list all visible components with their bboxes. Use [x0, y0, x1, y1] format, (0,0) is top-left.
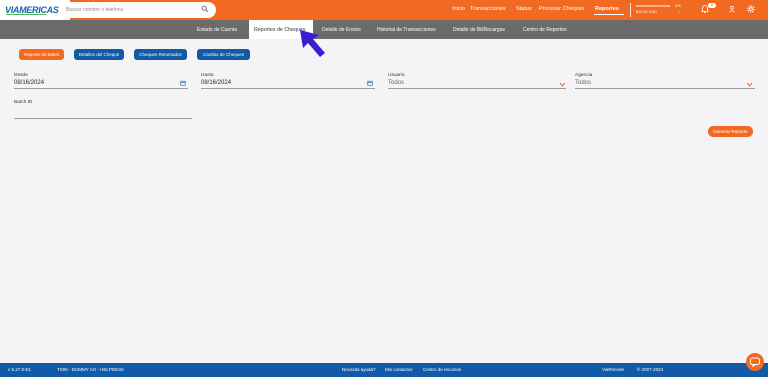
detalles-del-cheque-button[interactable]: Detalles del Cheque	[74, 49, 124, 60]
agencia-underline	[575, 88, 755, 89]
hasta-date-input[interactable]: 08/16/2024	[201, 80, 231, 86]
batch-id-label: Batch ID	[14, 100, 33, 105]
nav-transacciones[interactable]: Transacciones	[470, 6, 506, 12]
generar-reporte-button[interactable]: Generar Reporte	[708, 126, 753, 137]
cambio-de-cheques-button[interactable]: Cambio de Cheques	[197, 49, 250, 60]
tab-reportes-de-cheques-label: Reportes de Cheques	[254, 27, 306, 33]
desde-underline	[14, 88, 188, 89]
footer-store: TS05 - DUMMY AG - HELPDESK	[57, 367, 125, 372]
balance-percent: 0%	[675, 3, 681, 8]
batch-id-underline	[14, 118, 192, 119]
hasta-underline	[201, 88, 375, 89]
gear-icon[interactable]	[746, 4, 756, 14]
nav-procesar-cheques[interactable]: Procesar Cheques	[539, 6, 585, 12]
tab-centro-de-reportes[interactable]: Centro de Reportes	[523, 27, 567, 33]
footer-link-contacts[interactable]: Mis contactos	[385, 367, 413, 372]
agencia-select[interactable]: Todos	[575, 80, 591, 86]
balance-amount[interactable]: $10.00 USD	[636, 10, 657, 14]
calendar-icon[interactable]	[367, 80, 373, 86]
cursor-arrow-icon	[300, 30, 325, 57]
nav-active-underline	[594, 14, 624, 15]
usuario-select[interactable]: Todos	[388, 80, 404, 86]
chat-button[interactable]	[746, 353, 764, 371]
search-input[interactable]	[66, 4, 196, 15]
nav-status[interactable]: Status	[516, 6, 532, 12]
hasta-label: Hasta	[201, 73, 214, 78]
header-divider	[630, 3, 631, 17]
notification-badge: 0	[708, 3, 716, 8]
tab-detalle-de-billrecargas[interactable]: Detalle de BillRecargas	[453, 27, 505, 33]
cheques-retornados-button[interactable]: Cheques Retornados	[134, 49, 187, 60]
usuario-label: Usuario	[388, 73, 405, 78]
desde-date-input[interactable]: 08/16/2024	[14, 80, 44, 86]
reporte-de-batch-button[interactable]: Reporte de Batch	[19, 49, 64, 60]
usuario-underline	[388, 88, 566, 89]
footer-version: v 5.27.0-E1	[8, 367, 32, 372]
nav-inicio[interactable]: Inicio	[452, 6, 465, 12]
chevron-down-icon[interactable]: ⌄	[678, 9, 681, 14]
footer-copyright: © 2007-2024	[637, 367, 664, 372]
search-icon[interactable]	[201, 5, 209, 13]
agencia-label: Agencia	[575, 73, 593, 78]
balance-progress-bar	[636, 5, 670, 7]
tab-historial-de-transacciones[interactable]: Historial de Transacciones	[377, 27, 436, 33]
logo-underline	[6, 14, 46, 15]
footer-link-resources[interactable]: Centro de recursos	[423, 367, 461, 372]
chat-icon	[750, 357, 760, 368]
tab-estado-de-cuenta[interactable]: Estado de Cuenta	[197, 27, 237, 33]
calendar-icon[interactable]	[180, 80, 186, 86]
logo-container[interactable]: VIAMERICAS	[0, 0, 70, 20]
chevron-down-icon[interactable]	[746, 82, 753, 87]
batch-id-input[interactable]	[14, 108, 188, 117]
footer-brand: ViaRemote	[602, 367, 625, 372]
footer-link-help[interactable]: Necesita ayuda?	[342, 367, 376, 372]
user-icon[interactable]	[728, 5, 736, 13]
chevron-down-icon[interactable]	[559, 82, 566, 87]
nav-reportes[interactable]: Reportes	[595, 6, 619, 12]
desde-label: Desde	[14, 73, 28, 78]
